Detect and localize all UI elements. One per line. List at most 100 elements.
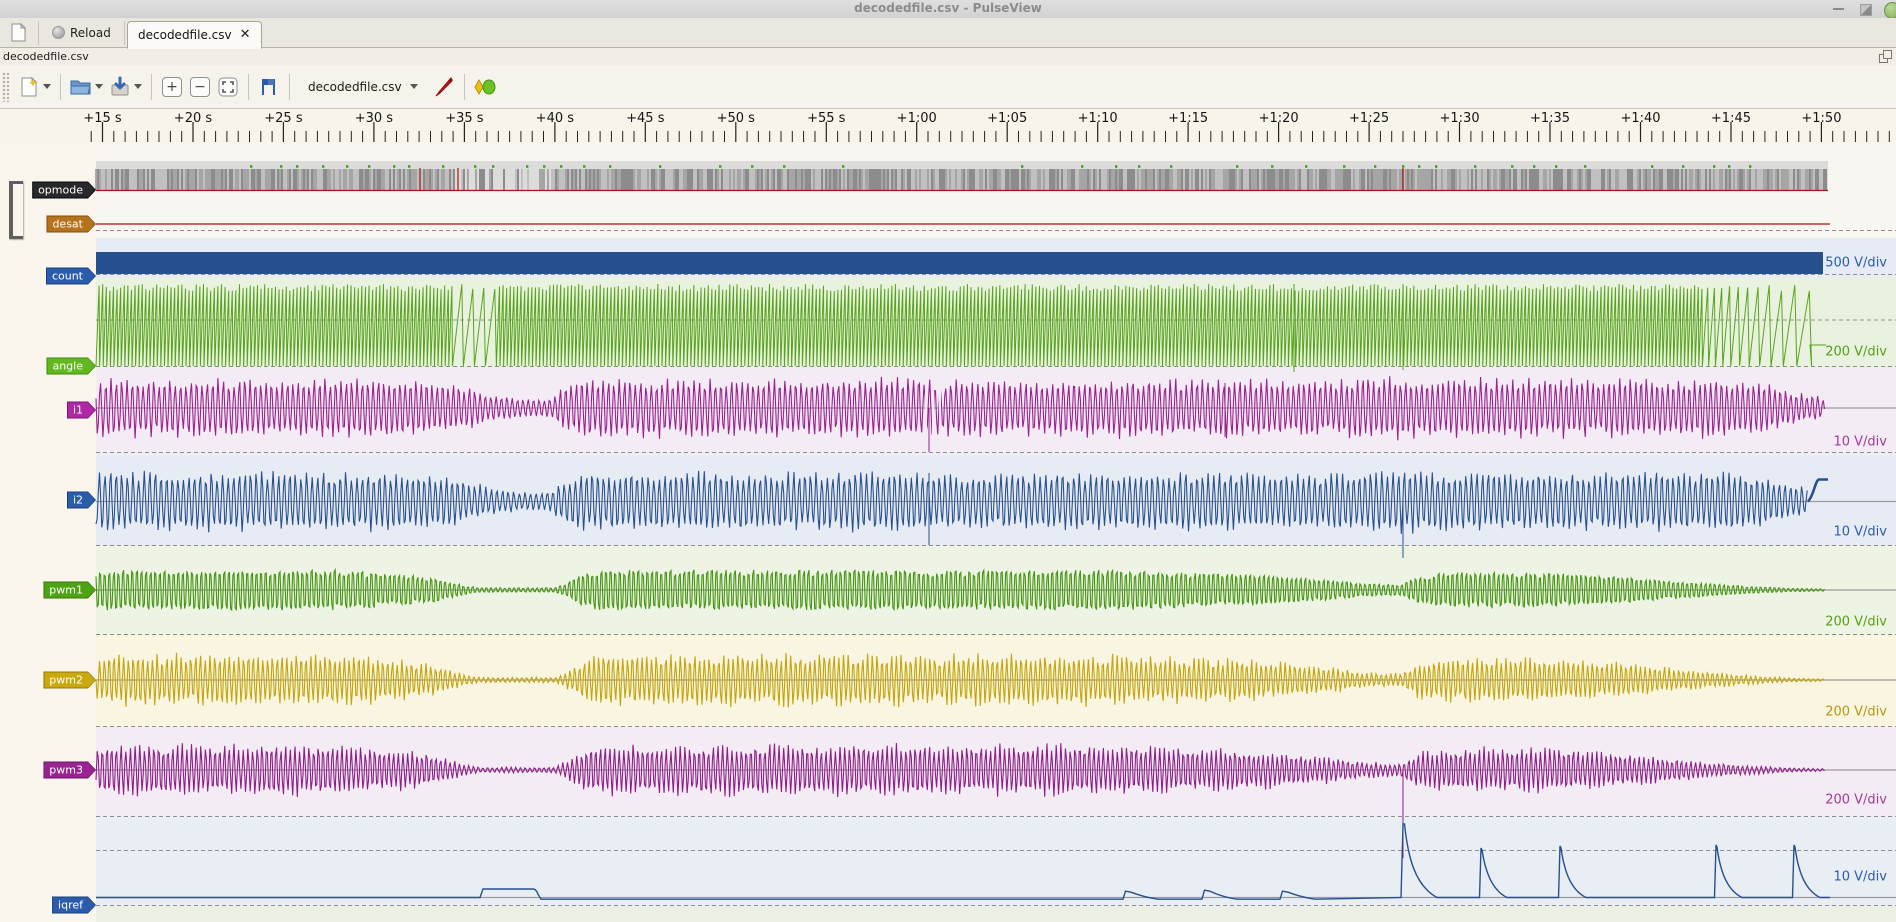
channel-group-bracket[interactable] [9,181,23,239]
channel-label-pwm3[interactable]: pwm3 [43,762,96,779]
ruler-tick-label: +50 s [717,111,755,126]
scale-label-i1: 10 V/div [1833,435,1887,450]
tab-label: decodedfile.csv [138,28,232,42]
scale-label-angle: 200 V/div [1825,345,1887,360]
new-session-icon[interactable] [4,18,32,48]
channel-tag-shape: count [46,268,96,285]
zoom-in-button[interactable]: + [158,72,186,102]
channel-label-pwm2[interactable]: pwm2 [43,672,96,689]
new-dropdown-arrow[interactable] [43,84,51,89]
channel-tag-shape: opmode [32,182,96,199]
ruler-tick-label: +1:45 [1711,111,1751,126]
file-selector-arrow [410,84,418,89]
channel-label-pwm1[interactable]: pwm1 [43,582,96,599]
open-dropdown-arrow[interactable] [95,84,103,89]
show-cursors-button[interactable] [255,72,283,102]
scale-label-pwm3: 200 V/div [1825,793,1887,808]
scale-label-count: 500 V/div [1825,256,1887,271]
row-background [96,817,1896,906]
separator [289,74,290,100]
ruler-tick-label: +1:50 [1801,111,1841,126]
channel-label-iqref[interactable]: iqref [52,897,96,914]
detach-view-icon[interactable] [1879,50,1892,63]
channel-label-count[interactable]: count [46,268,96,285]
zoom-out-button[interactable]: − [186,72,214,102]
ruler-tick-label: +1:35 [1530,111,1570,126]
channel-tag-shape: i2 [67,492,96,509]
channel-tag-shape: i1 [67,402,96,419]
separator [464,74,465,100]
waveform-canvas [0,143,1896,922]
save-file-button[interactable] [106,72,134,102]
ruler-tick-label: +40 s [536,111,574,126]
zoom-fit-icon [218,77,238,97]
channel-label-i2[interactable]: i2 [67,492,96,509]
cursors-icon [258,77,280,97]
row-background [96,455,1896,546]
window-title: decodedfile.csv - PulseView [0,1,1896,15]
ruler-tick-label: +1:05 [987,111,1027,126]
channel-tag-shape: pwm2 [43,672,96,689]
pulseview-window: { "window": {"title": "decodedfile.csv -… [0,0,1896,922]
scale-label-pwm1: 200 V/div [1825,615,1887,630]
channel-tag-shape: desat [46,216,96,233]
channel-name-text: desat [52,218,83,231]
ruler-tick-label: +1:15 [1168,111,1208,126]
scale-label-i2: 10 V/div [1833,525,1887,540]
time-ruler[interactable]: +15 s+20 s+25 s+30 s+35 s+40 s+45 s+50 s… [0,110,1896,143]
ruler-tick-label: +45 s [626,111,664,126]
save-dropdown-arrow[interactable] [134,84,142,89]
channel-tag-shape: pwm3 [43,762,96,779]
close-window-button[interactable] [1884,2,1896,19]
decoder-button[interactable] [471,72,499,102]
ruler-tick-label: +25 s [264,111,302,126]
trace-view[interactable]: opmode desat count 500 V/div angle 200 V/div i… [0,143,1896,922]
file-selector-value: decodedfile.csv [308,80,402,94]
zoom-out-icon: − [190,77,210,97]
zoom-fit-button[interactable] [214,72,242,102]
save-icon [109,76,131,98]
reload-icon [52,26,65,39]
reload-button[interactable]: Reload [45,24,118,42]
channel-name-text: pwm2 [49,674,83,687]
ruler-tick [91,131,1889,142]
scale-label-pwm2: 200 V/div [1825,705,1887,720]
tab-decodedfile[interactable]: decodedfile.csv ✕ [127,21,262,49]
separator [38,21,39,45]
file-name-label: decodedfile.csv [3,50,89,63]
page-icon [10,23,27,42]
row-background [96,906,1896,922]
open-folder-icon [69,77,93,97]
tab-close-icon[interactable]: ✕ [240,29,251,41]
new-session-button[interactable] [15,72,43,102]
probe-connect-button[interactable] [430,72,458,102]
ruler-tick-label: +1:00 [897,111,937,126]
channel-name-text: iqref [58,899,83,912]
channel-name-text: pwm1 [49,584,83,597]
open-file-button[interactable] [67,72,95,102]
title-bar[interactable]: decodedfile.csv - PulseView [0,0,1896,19]
channel-label-desat[interactable]: desat [46,216,96,233]
channel-name-text: count [52,270,83,283]
maximize-button[interactable] [1860,4,1872,16]
toolbar-grip[interactable] [2,72,10,102]
separator [151,74,152,100]
channel-name-text: i2 [73,494,83,507]
channel-label-i1[interactable]: i1 [67,402,96,419]
session-tab-bar: Reload decodedfile.csv ✕ [0,18,1896,48]
ruler-tick-label: +55 s [807,111,845,126]
channel-label-opmode[interactable]: opmode [32,182,96,199]
minimize-button[interactable] [1833,8,1844,10]
ruler-tick-label: +35 s [445,111,483,126]
separator [60,74,61,100]
file-selector-dropdown[interactable]: decodedfile.csv [300,77,426,97]
channel-tag-shape: pwm1 [43,582,96,599]
channel-label-angle[interactable]: angle [46,358,96,375]
separator [248,74,249,100]
new-file-icon [19,76,39,98]
file-path-row: decodedfile.csv [0,48,1896,65]
channel-tag-shape: angle [46,358,96,375]
ruler-tick-label: +1:25 [1349,111,1389,126]
ruler-tick-label: +30 s [355,111,393,126]
scale-label-iqref: 10 V/div [1833,870,1887,885]
